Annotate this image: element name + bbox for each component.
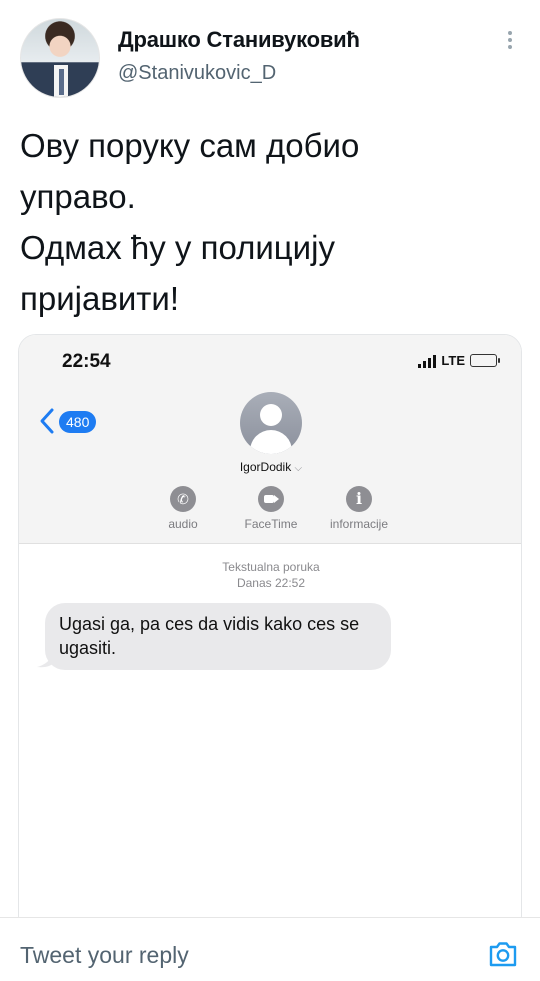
camera-icon[interactable] — [487, 938, 519, 970]
contact-name-text: IgorDodik — [239, 460, 292, 474]
audio-label: audio — [168, 517, 198, 531]
back-chevron-icon — [40, 408, 54, 434]
network-label: LTE — [441, 353, 465, 368]
info-icon: i — [355, 489, 363, 508]
unread-badge: 480 — [59, 411, 97, 433]
facetime-action: FaceTime — [221, 486, 321, 531]
info-action: i informacije — [309, 486, 409, 531]
tweet-text-line: пријавити! — [20, 280, 180, 317]
tweet-media-screenshot[interactable]: 22:54 LTE 480 IgorDodik ⌵ ✆ audio FaceTi… — [18, 334, 522, 934]
author-name[interactable]: Драшко Станивуковић — [118, 27, 360, 53]
tweet-text-line: управо. — [20, 178, 136, 215]
author-handle[interactable]: @Stanivukovic_D — [118, 62, 276, 85]
tweet-text-line: Ову поруку сам добио — [20, 127, 360, 164]
tweet-header: Драшко Станивуковић @Stanivukovic_D — [0, 0, 540, 110]
contact-avatar-icon — [240, 392, 302, 454]
contact-name: IgorDodik ⌵ — [19, 460, 521, 474]
phone-icon: ✆ — [177, 491, 189, 507]
audio-action: ✆ audio — [133, 486, 233, 531]
status-time: 22:54 — [62, 351, 111, 372]
chevron-down-icon: ⌵ — [294, 463, 303, 474]
tweet-text-line: Одмах ћу у полицију — [20, 229, 335, 266]
status-indicators: LTE — [418, 353, 500, 368]
sms-header: 22:54 LTE 480 IgorDodik ⌵ ✆ audio FaceTi… — [19, 335, 521, 544]
battery-icon — [470, 354, 500, 367]
more-icon[interactable] — [498, 28, 522, 58]
message-meta: Tekstualna poruka Danas 22:52 — [19, 559, 521, 591]
info-label: informacije — [329, 517, 389, 531]
avatar[interactable] — [20, 18, 100, 98]
reply-bar: Tweet your reply — [0, 917, 540, 981]
reply-input[interactable]: Tweet your reply — [20, 942, 189, 969]
message-timestamp: Danas 22:52 — [236, 576, 306, 590]
message-bubble: Ugasi ga, pa ces da vidis kako ces se ug… — [45, 603, 391, 670]
tweet-text: Ову поруку сам добио управо. Одмах ћу у … — [20, 120, 520, 324]
signal-icon — [418, 354, 437, 368]
message-type: Tekstualna poruka — [222, 560, 320, 574]
facetime-label: FaceTime — [244, 517, 298, 531]
